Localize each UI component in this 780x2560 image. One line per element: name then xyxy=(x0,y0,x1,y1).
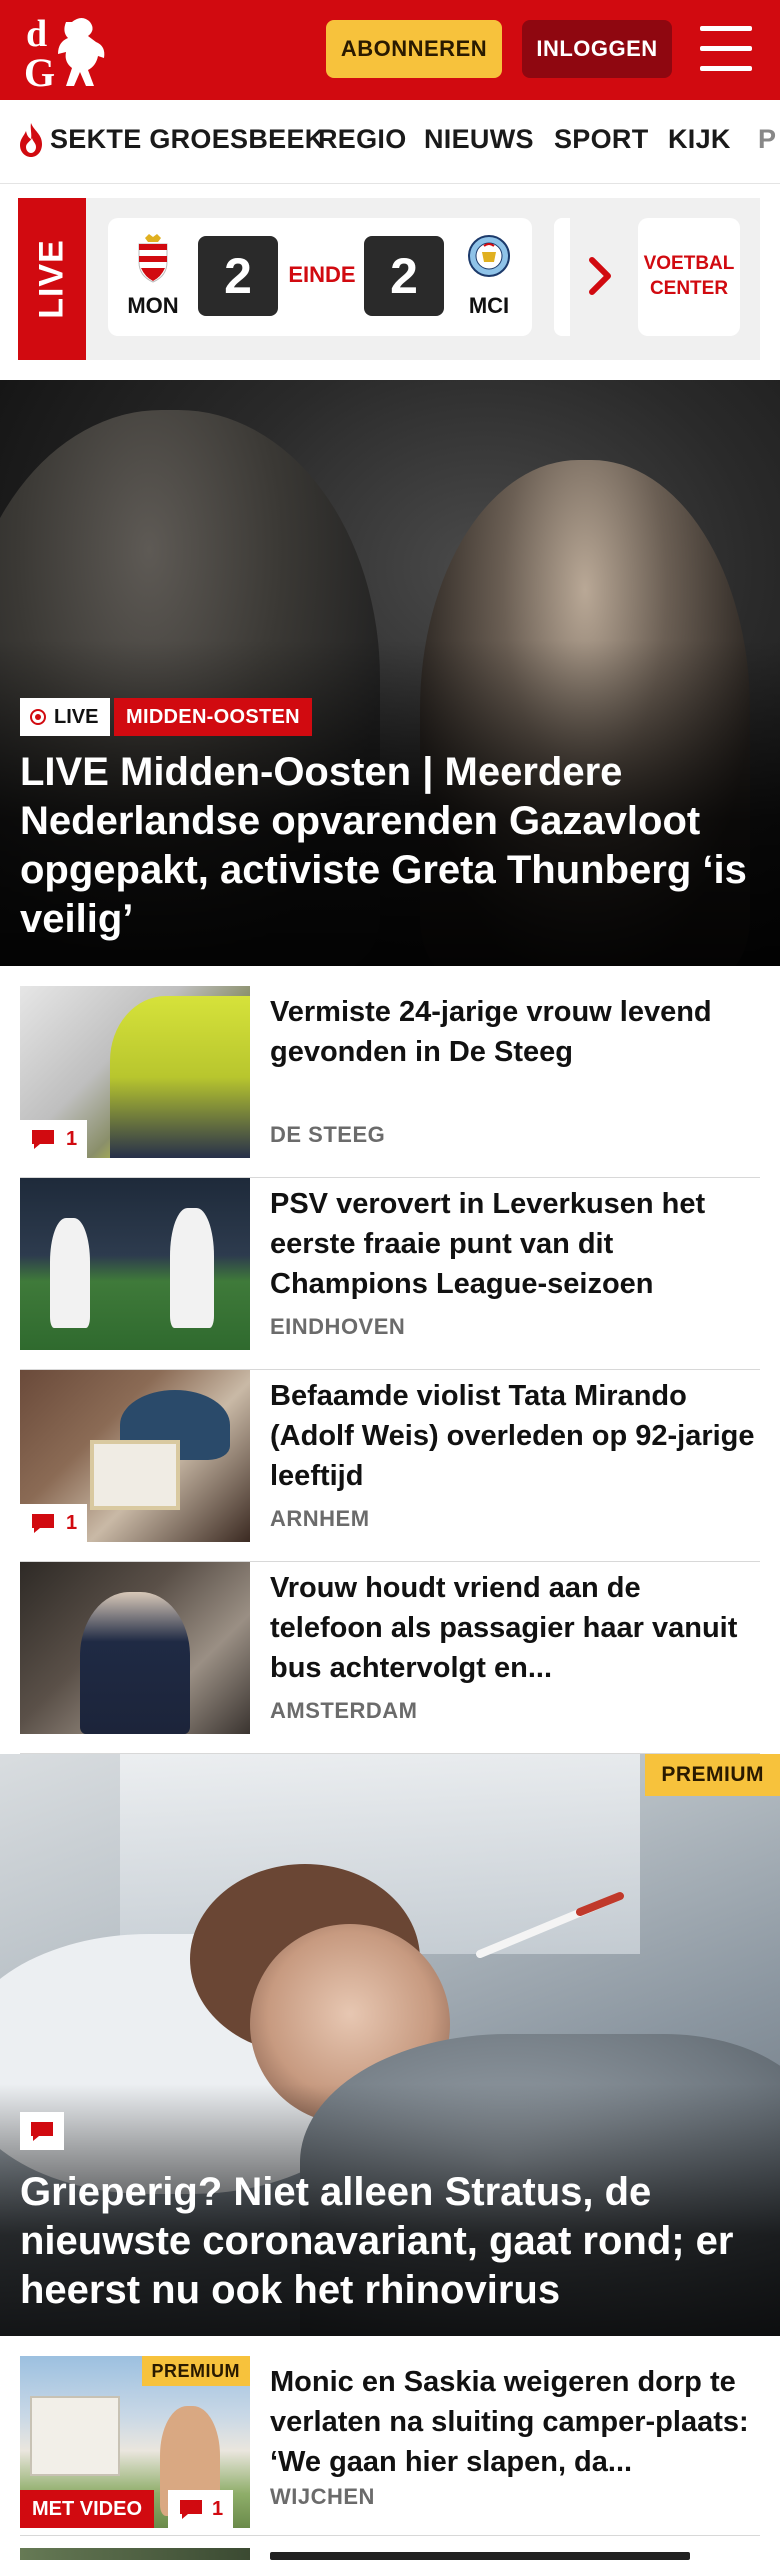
site-logo[interactable]: d G xyxy=(22,12,114,90)
comment-icon xyxy=(180,2500,202,2519)
subscribe-button[interactable]: ABONNEREN xyxy=(326,20,502,78)
list-item[interactable] xyxy=(20,2548,760,2560)
football-center-link[interactable]: VOETBAL CENTER xyxy=(638,218,740,336)
article-location: EINDHOVEN xyxy=(270,1314,406,1339)
article-location: AMSTERDAM xyxy=(270,1698,418,1723)
main-nav: SEKTE GROESBEEK REGIO NIEUWS SPORT KIJK … xyxy=(0,100,780,184)
premium-feature-title[interactable]: Grieperig? Niet alleen Stratus, de nieuw… xyxy=(20,2168,760,2315)
svg-text:G: G xyxy=(24,50,55,90)
article-title[interactable]: Vrouw houdt vriend aan de telefoon als p… xyxy=(270,1568,760,1688)
comment-icon xyxy=(31,2122,53,2141)
hero-title[interactable]: LIVE Midden-Oosten | Meerdere Nederlands… xyxy=(20,748,760,944)
comment-icon xyxy=(32,1130,54,1149)
mancity-crest-icon xyxy=(468,235,510,277)
hero-article[interactable]: LIVE MIDDEN-OOSTEN LIVE Midden-Oosten | … xyxy=(0,380,780,966)
premium-badge: PREMIUM xyxy=(141,2356,250,2386)
category-badge: MIDDEN-OOSTEN xyxy=(114,698,312,736)
comment-icon xyxy=(32,1514,54,1533)
list-item[interactable]: PREMIUM MET VIDEO 1 Monic en Saskia weig… xyxy=(20,2356,760,2536)
article-thumbnail xyxy=(20,2548,250,2560)
site-header: d G ABONNEREN INLOGGEN xyxy=(0,0,780,100)
live-scoreboard: LIVE MON 2 EINDE 2 MCI VOETBAL CENTER xyxy=(18,198,760,360)
article-location: ARNHEM xyxy=(270,1506,370,1531)
hamburger-icon[interactable] xyxy=(700,26,752,72)
away-score: 2 xyxy=(364,236,444,316)
premium-feature-article[interactable]: PREMIUM Grieperig? Niet alleen Stratus, … xyxy=(0,1754,780,2336)
home-team-abbr: MON xyxy=(127,293,179,318)
comment-badge: 1 xyxy=(168,2490,234,2528)
nav-item-overflow[interactable]: P xyxy=(758,124,776,155)
article-thumbnail: 1 xyxy=(20,1370,250,1542)
live-dot-icon xyxy=(30,709,46,725)
monaco-crest-icon xyxy=(138,234,168,283)
article-thumbnail xyxy=(20,1562,250,1734)
thermometer-icon xyxy=(476,1892,624,1958)
nav-item-sekte-groesbeek[interactable]: SEKTE GROESBEEK xyxy=(50,124,325,155)
match-card[interactable]: MON 2 EINDE 2 MCI xyxy=(108,218,532,336)
away-team: MCI xyxy=(454,232,524,319)
article-title[interactable]: Vermiste 24-jarige vrouw levend gevonden… xyxy=(270,992,760,1072)
article-location: DE STEEG xyxy=(270,1122,386,1147)
article-title[interactable]: Monic en Saskia weigeren dorp te verlate… xyxy=(270,2362,760,2482)
list-item[interactable]: Vrouw houdt vriend aan de telefoon als p… xyxy=(20,1562,760,1754)
nav-item-sport[interactable]: SPORT xyxy=(554,124,649,155)
home-score: 2 xyxy=(198,236,278,316)
video-badge: MET VIDEO xyxy=(20,2490,155,2528)
article-location: WIJCHEN xyxy=(270,2484,375,2509)
nav-item-kijk[interactable]: KIJK xyxy=(668,124,731,155)
article-thumbnail: 1 xyxy=(20,986,250,1158)
live-tag: LIVE xyxy=(18,198,86,360)
login-button[interactable]: INLOGGEN xyxy=(522,20,672,78)
comment-badge xyxy=(20,2112,64,2150)
chevron-right-icon[interactable] xyxy=(588,256,614,296)
article-title[interactable]: PSV verovert in Leverkusen het eerste fr… xyxy=(270,1184,760,1304)
home-team: MON xyxy=(118,232,188,319)
away-team-abbr: MCI xyxy=(468,293,510,318)
article-thumbnail xyxy=(20,1178,250,1350)
comment-badge: 1 xyxy=(20,1504,88,1542)
next-match-card[interactable] xyxy=(554,218,570,336)
live-badge: LIVE xyxy=(20,698,111,736)
list-item[interactable]: PSV verovert in Leverkusen het eerste fr… xyxy=(20,1178,760,1370)
article-title[interactable]: Befaamde violist Tata Mirando (Adolf Wei… xyxy=(270,1376,760,1496)
flame-icon xyxy=(20,123,42,157)
match-status: EINDE xyxy=(288,262,356,287)
premium-badge: PREMIUM xyxy=(645,1754,780,1796)
svg-text:d: d xyxy=(26,13,47,55)
list-item[interactable]: 1 Befaamde violist Tata Mirando (Adolf W… xyxy=(20,1370,760,1562)
nav-item-nieuws[interactable]: NIEUWS xyxy=(424,124,534,155)
list-item[interactable]: 1 Vermiste 24-jarige vrouw levend gevond… xyxy=(20,986,760,1178)
article-thumbnail: PREMIUM MET VIDEO 1 xyxy=(20,2356,250,2528)
comment-badge: 1 xyxy=(20,1120,88,1158)
nav-item-regio[interactable]: REGIO xyxy=(318,124,407,155)
